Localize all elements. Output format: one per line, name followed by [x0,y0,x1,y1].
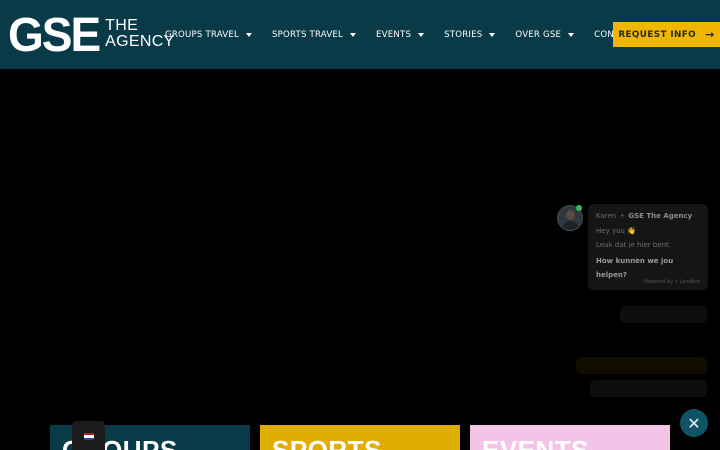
chat-close-button[interactable]: ✕ [680,409,708,437]
nav-stories[interactable]: STORIES [444,29,496,40]
nav-label: SPORTS TRAVEL [271,29,344,40]
caret-down-icon [489,32,496,37]
main-nav: GROUPS TRAVEL SPORTS TRAVEL EVENTS STORI… [165,0,656,69]
arrow-right-icon: → [705,28,715,41]
chat-agent-name: Karen [596,212,617,220]
logo-mark: GSE [8,6,101,62]
card-title: SPORTS [272,435,382,450]
card-sports[interactable]: SPORTS [260,425,460,450]
chat-quick-reply[interactable] [576,357,707,374]
nav-sports-travel[interactable]: SPORTS TRAVEL [271,29,357,40]
chat-quick-reply[interactable] [590,380,707,397]
online-status-dot [576,205,582,211]
chat-separator: • [620,212,625,220]
chat-powered-by: Powered by ⚡ Landbot [643,279,700,285]
language-switcher[interactable] [72,421,105,450]
request-info-button[interactable]: REQUEST INFO → [613,22,720,47]
caret-down-icon [350,32,357,37]
nav-label: EVENTS [376,29,412,40]
nav-events[interactable]: EVENTS [376,29,425,40]
nav-label: GROUPS TRAVEL [165,29,239,40]
close-icon: ✕ [687,413,701,433]
nav-label: STORIES [444,29,483,40]
nav-over-gse[interactable]: OVER GSE [515,29,575,40]
chat-greeting: Hey you 👋 [596,227,636,235]
chat-quick-reply[interactable] [620,306,707,323]
nav-label: OVER GSE [515,29,562,40]
gse-logo[interactable]: GSE THE AGENCY [8,6,175,62]
chat-welcome: Leuk dat je hier bent. [596,241,671,249]
site-header: GSE THE AGENCY GROUPS TRAVEL SPORTS TRAV… [0,0,720,69]
chat-question: How kunnen we jou helpen? [596,257,674,279]
chat-message-bubble: Karen • GSE The Agency Hey you 👋 Leuk da… [588,204,708,290]
netherlands-flag-icon [84,433,94,440]
request-info-label: REQUEST INFO [618,29,697,40]
caret-down-icon [245,32,252,37]
chat-message-header: Karen • GSE The Agency [596,212,700,220]
chat-quick-reply[interactable] [576,333,707,350]
nav-groups-travel[interactable]: GROUPS TRAVEL [165,30,252,40]
caret-down-icon [568,32,575,37]
card-title: EVENTS [482,435,590,450]
chat-company-name: GSE The Agency [628,212,693,220]
caret-down-icon [418,32,425,37]
card-events[interactable]: EVENTS [470,425,670,450]
